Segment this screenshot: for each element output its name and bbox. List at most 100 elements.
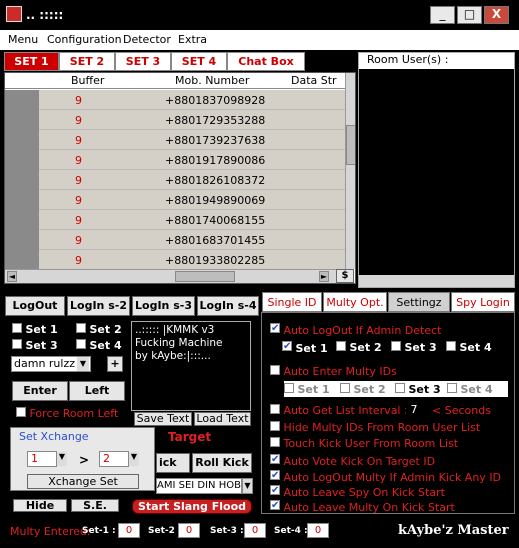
- menu-menu[interactable]: Menu: [8, 33, 38, 46]
- enter-set2-checkbox[interactable]: [340, 383, 350, 393]
- login-s2-button[interactable]: LogIn s-2: [67, 296, 130, 316]
- tab-set-1[interactable]: SET 1: [4, 52, 59, 71]
- menu-detector[interactable]: Detector: [123, 33, 171, 46]
- vscroll-thumb[interactable]: [346, 125, 355, 165]
- set3-checkbox[interactable]: [12, 339, 22, 349]
- col-buffer[interactable]: Buffer: [71, 74, 104, 87]
- tab-set-4[interactable]: SET 4: [171, 52, 227, 71]
- set1-checkbox[interactable]: [12, 323, 22, 333]
- logout-set3-checkbox[interactable]: [391, 341, 401, 351]
- message-textarea[interactable]: ..::::: |KMMK v3 Fucking Machine by kAyb…: [131, 321, 251, 411]
- logout-set3-row[interactable]: Set 3: [391, 341, 437, 354]
- xchange-to-select[interactable]: 2: [99, 451, 129, 467]
- auto-enter-multy-row[interactable]: Auto Enter Multy IDs: [270, 365, 397, 378]
- auto-leave-spy-row[interactable]: Auto Leave Spy On Kick Start: [270, 485, 445, 499]
- table-row[interactable]: 9 +8801837098928: [5, 90, 345, 110]
- slang-select[interactable]: AMI SEI DIN HOB: [156, 478, 242, 494]
- logout-button[interactable]: LogOut: [5, 296, 65, 316]
- hide-button[interactable]: Hide: [13, 499, 67, 512]
- menu-configuration[interactable]: Configuration: [47, 33, 122, 46]
- enter-set2-row[interactable]: Set 2: [340, 383, 386, 396]
- auto-logout-multy-checkbox[interactable]: [270, 470, 280, 480]
- add-button[interactable]: +: [107, 356, 123, 372]
- set2-checkbox[interactable]: [76, 323, 86, 333]
- tab-multy-opt[interactable]: Multy Opt.: [323, 292, 387, 312]
- chevron-down-icon[interactable]: ▼: [242, 478, 253, 494]
- scroll-left-icon[interactable]: ◄: [7, 271, 17, 282]
- tab-spy-login[interactable]: Spy Login: [451, 292, 515, 312]
- auto-enter-multy-checkbox[interactable]: [270, 365, 280, 375]
- table-row[interactable]: 9 +8801917890086: [5, 150, 345, 170]
- hide-multy-row[interactable]: Hide Multy IDs From Room User List: [270, 421, 480, 434]
- col-mob-number[interactable]: Mob. Number: [175, 74, 249, 87]
- auto-get-list-row[interactable]: Auto Get List Interval >: [270, 404, 413, 417]
- xchange-from-select[interactable]: 1: [27, 451, 57, 467]
- chevron-down-icon[interactable]: ▼: [129, 452, 139, 466]
- grid-horizontal-scrollbar[interactable]: ◄ ►: [5, 269, 345, 283]
- logout-set2-row[interactable]: Set 2: [336, 341, 382, 354]
- start-slang-flood-button[interactable]: Start Slang Flood: [132, 499, 252, 514]
- set3-check-row[interactable]: Set 3: [12, 339, 58, 352]
- touch-kick-checkbox[interactable]: [270, 437, 280, 447]
- hide-multy-checkbox[interactable]: [270, 421, 280, 431]
- tab-settingz[interactable]: Settingz: [388, 292, 450, 312]
- tab-set-2[interactable]: SET 2: [59, 52, 115, 71]
- roll-kick-button[interactable]: Roll Kick: [192, 453, 252, 473]
- kick-button[interactable]: ick: [156, 453, 190, 473]
- table-row[interactable]: 9 +8801683701455: [5, 230, 345, 250]
- auto-leave-spy-checkbox[interactable]: [270, 485, 280, 495]
- enter-set1-row[interactable]: Set 1: [284, 383, 330, 396]
- logout-set4-checkbox[interactable]: [446, 341, 456, 351]
- tab-chat-box[interactable]: Chat Box: [227, 52, 305, 71]
- table-row[interactable]: 9 +8801740068155: [5, 210, 345, 230]
- logout-set1-checkbox[interactable]: [282, 341, 292, 351]
- login-s3-button[interactable]: LogIn s-3: [132, 296, 195, 316]
- logout-set1-row[interactable]: Set 1: [282, 341, 328, 355]
- auto-leave-multy-row[interactable]: Auto Leave Multy On Kick Start: [270, 500, 455, 514]
- table-row[interactable]: 9 +8801949890069: [5, 190, 345, 210]
- enter-set4-checkbox[interactable]: [447, 383, 457, 393]
- tab-set-3[interactable]: SET 3: [115, 52, 171, 71]
- interval-input[interactable]: 7: [406, 403, 422, 417]
- auto-get-list-checkbox[interactable]: [270, 404, 280, 414]
- minimize-button[interactable]: _: [430, 6, 455, 24]
- auto-vote-kick-row[interactable]: Auto Vote Kick On Target ID: [270, 454, 435, 468]
- load-text-button[interactable]: Load Text: [194, 412, 251, 426]
- enter-button[interactable]: Enter: [12, 381, 68, 401]
- table-row[interactable]: 9 +8801933802285: [5, 250, 345, 270]
- table-row[interactable]: 9 +8801739237638: [5, 130, 345, 150]
- auto-logout-admin-checkbox[interactable]: [270, 323, 280, 333]
- logout-set4-row[interactable]: Set 4: [446, 341, 492, 354]
- grid-dollar-button[interactable]: $: [336, 269, 354, 283]
- auto-leave-multy-checkbox[interactable]: [270, 500, 280, 510]
- enter-set3-row[interactable]: Set 3: [395, 383, 441, 396]
- enter-set1-checkbox[interactable]: [284, 383, 294, 393]
- logout-set2-checkbox[interactable]: [336, 341, 346, 351]
- save-text-button[interactable]: Save Text: [134, 412, 192, 426]
- left-button[interactable]: Left: [69, 381, 125, 401]
- maximize-button[interactable]: □: [457, 6, 482, 24]
- auto-logout-admin-row[interactable]: Auto LogOut If Admin Detect: [270, 323, 441, 337]
- grid-vertical-scrollbar[interactable]: [345, 73, 355, 269]
- force-room-left-row[interactable]: Force Room Left: [16, 407, 118, 420]
- set4-checkbox[interactable]: [76, 339, 86, 349]
- table-row[interactable]: 9 +8801729353288: [5, 110, 345, 130]
- hscroll-thumb[interactable]: [175, 271, 235, 282]
- tab-single-id[interactable]: Single ID: [262, 292, 322, 312]
- force-room-left-checkbox[interactable]: [16, 407, 26, 417]
- auto-logout-multy-row[interactable]: Auto LogOut Multy If Admin Kick Any ID: [270, 470, 501, 484]
- set1-check-row[interactable]: Set 1: [12, 323, 58, 336]
- table-row[interactable]: 9 +8801826108372: [5, 170, 345, 190]
- room-users-hscrollbar[interactable]: [359, 275, 514, 287]
- menu-extra[interactable]: Extra: [178, 33, 207, 46]
- name-select[interactable]: damn rulzz ▼: [11, 356, 91, 372]
- scroll-right-icon[interactable]: ►: [319, 271, 329, 282]
- col-data-str[interactable]: Data Str: [291, 74, 337, 87]
- enter-set3-checkbox[interactable]: [395, 383, 405, 393]
- set4-check-row[interactable]: Set 4: [76, 339, 122, 352]
- se-button[interactable]: S.E.: [71, 499, 119, 512]
- close-button[interactable]: X: [484, 6, 509, 24]
- chevron-down-icon[interactable]: ▼: [57, 452, 67, 466]
- login-s4-button[interactable]: LogIn s-4: [197, 296, 259, 316]
- enter-set4-row[interactable]: Set 4: [447, 383, 493, 396]
